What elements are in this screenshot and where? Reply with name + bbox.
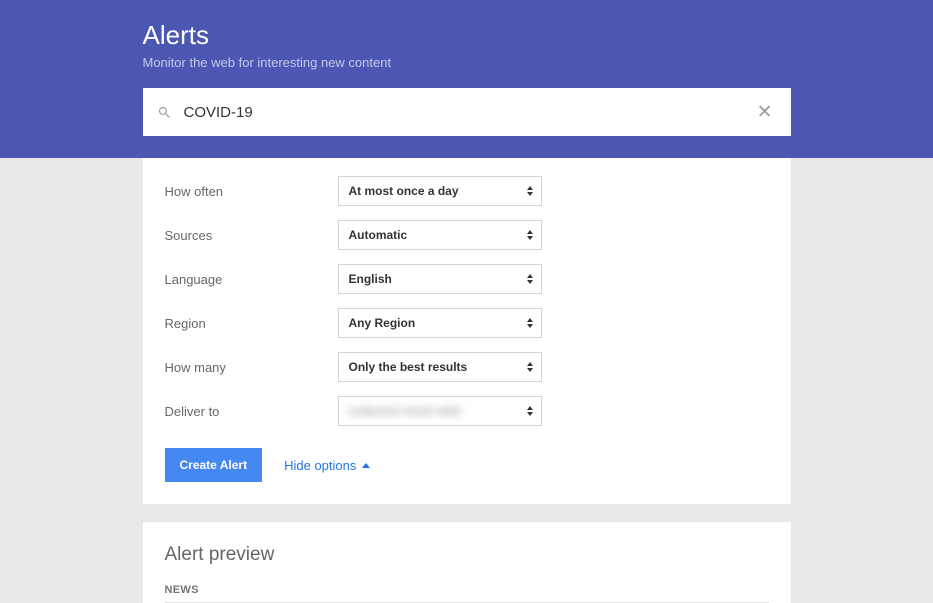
deliver-to-select[interactable]: redacted email addr xyxy=(338,396,542,426)
hide-options-label: Hide options xyxy=(284,458,356,473)
sort-arrows-icon xyxy=(527,186,533,196)
search-icon xyxy=(157,105,172,120)
hide-options-link[interactable]: Hide options xyxy=(284,458,370,473)
language-label: Language xyxy=(165,272,338,287)
create-alert-button[interactable]: Create Alert xyxy=(165,448,263,482)
language-value: English xyxy=(349,272,392,286)
sort-arrows-icon xyxy=(527,406,533,416)
region-select[interactable]: Any Region xyxy=(338,308,542,338)
deliver-to-label: Deliver to xyxy=(165,404,338,419)
region-value: Any Region xyxy=(349,316,416,330)
how-many-value: Only the best results xyxy=(349,360,468,374)
chevron-up-icon xyxy=(362,463,370,468)
language-select[interactable]: English xyxy=(338,264,542,294)
deliver-to-value: redacted email addr xyxy=(349,404,462,418)
sort-arrows-icon xyxy=(527,362,533,372)
preview-card: Alert preview NEWS xyxy=(143,522,791,603)
sources-value: Automatic xyxy=(349,228,408,242)
sort-arrows-icon xyxy=(527,274,533,284)
page-subtitle: Monitor the web for interesting new cont… xyxy=(143,55,791,70)
sources-select[interactable]: Automatic xyxy=(338,220,542,250)
how-often-select[interactable]: At most once a day xyxy=(338,176,542,206)
how-often-label: How often xyxy=(165,184,338,199)
how-many-select[interactable]: Only the best results xyxy=(338,352,542,382)
how-often-value: At most once a day xyxy=(349,184,459,198)
sort-arrows-icon xyxy=(527,318,533,328)
how-many-label: How many xyxy=(165,360,338,375)
search-input[interactable] xyxy=(182,103,753,122)
search-bar: ✕ xyxy=(143,88,791,136)
preview-title: Alert preview xyxy=(165,544,769,566)
page-title: Alerts xyxy=(143,20,791,51)
clear-icon[interactable]: ✕ xyxy=(753,103,777,122)
header-banner: Alerts Monitor the web for interesting n… xyxy=(0,0,933,158)
options-card: How often At most once a day Sources Aut… xyxy=(143,158,791,504)
sources-label: Sources xyxy=(165,228,338,243)
preview-section-label: NEWS xyxy=(165,584,769,603)
region-label: Region xyxy=(165,316,338,331)
sort-arrows-icon xyxy=(527,230,533,240)
